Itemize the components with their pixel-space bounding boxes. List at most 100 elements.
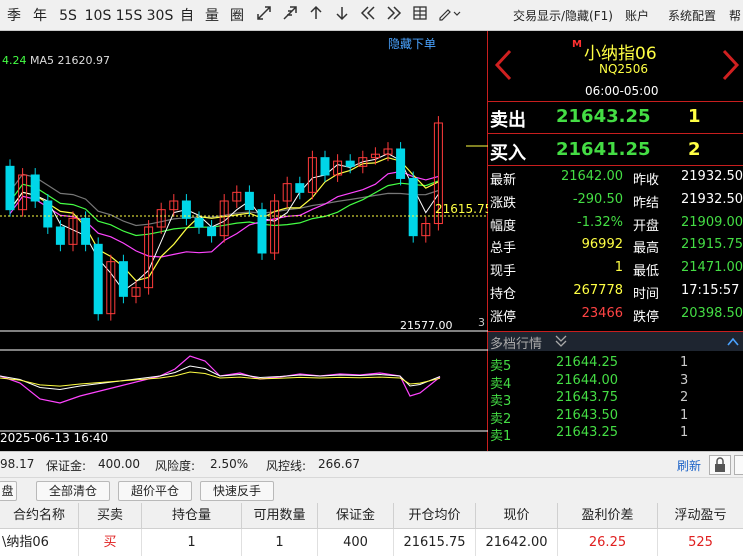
stat-label: 总手 xyxy=(490,241,517,257)
hide-order-link[interactable]: 隐藏下单 xyxy=(388,35,436,52)
ma5-legend: MA5 21620.97 xyxy=(30,54,110,67)
sell-price[interactable]: 21643.25 xyxy=(556,106,651,127)
depth-qty: 1 xyxy=(680,355,689,370)
period-10s-button[interactable]: 10S xyxy=(84,5,112,27)
shrink-icon[interactable] xyxy=(280,5,300,27)
quote-panel: M 小纳指06 NQ2506 06:00-05:00 卖出 21643.25 1… xyxy=(488,31,743,451)
margin-value: 400.00 xyxy=(98,457,140,471)
system-config-menu[interactable]: 系统配置 xyxy=(668,6,716,26)
toolbar: 季 年 5S 10S 15S 30S 自 量 圈 交易显示/隐藏(F1) 账户 … xyxy=(0,0,743,31)
help-menu[interactable]: 帮 xyxy=(729,6,741,26)
chevron-up-icon[interactable] xyxy=(726,334,740,353)
stat-value: 21909.00 xyxy=(681,214,743,230)
depth-level-label: 卖1 xyxy=(490,429,512,444)
prev-contract-icon[interactable] xyxy=(494,49,512,85)
stat-label: 昨收 xyxy=(633,173,660,188)
stat-label: 跌停 xyxy=(633,309,660,325)
row-margin: 400 xyxy=(318,529,394,556)
account-status-bar: 98.17 保证金: 400.00 风险度: 2.50% 风控线: 266.67… xyxy=(0,451,743,477)
depth-price: 21644.25 xyxy=(556,355,619,370)
stat-value: 267778 xyxy=(573,283,623,298)
action-bar: 盘 全部清仓 超价平仓 快速反手 xyxy=(0,477,743,503)
row-contract-name: \纳指06 xyxy=(0,529,79,556)
grid-icon[interactable] xyxy=(410,5,430,27)
close-all-button[interactable]: 全部清仓 xyxy=(36,481,110,501)
circle-button[interactable]: 圈 xyxy=(227,5,247,27)
lock-icon[interactable] xyxy=(709,455,731,475)
stat-value: 21471.00 xyxy=(681,260,743,276)
custom-period-button[interactable]: 自 xyxy=(177,5,197,27)
depth-qty: 1 xyxy=(680,425,689,440)
pen-icon[interactable] xyxy=(436,5,462,27)
buy-quantity: 2 xyxy=(688,139,701,160)
candle-down xyxy=(118,261,128,297)
buy-price[interactable]: 21641.25 xyxy=(556,139,651,160)
positions-tab[interactable]: 盘 xyxy=(0,481,17,501)
contract-name: 小纳指06 xyxy=(584,44,657,64)
volume-button[interactable]: 量 xyxy=(202,5,222,27)
arrow-down-icon[interactable] xyxy=(332,5,352,27)
col-side: 买卖 xyxy=(79,503,142,529)
positions-table: 合约名称 买卖 持仓量 可用数量 保证金 开仓均价 现价 盈利价差 浮动盈亏 \… xyxy=(0,503,743,560)
depth-row[interactable]: 卖2 21643.50 1 xyxy=(488,408,743,427)
row-price-diff: 26.25 xyxy=(558,529,658,556)
period-season-button[interactable]: 季 xyxy=(4,5,24,27)
stat-value: 17:15:57 xyxy=(681,283,740,298)
stat-value: 1 xyxy=(614,260,623,276)
period-year-button[interactable]: 年 xyxy=(30,5,50,27)
col-contract-name: 合约名称 xyxy=(0,503,79,529)
depth-row[interactable]: 卖5 21644.25 1 xyxy=(488,355,743,374)
period-15s-button[interactable]: 15S xyxy=(115,5,143,27)
row-side: 买 xyxy=(79,529,142,556)
buy-label: 买入 xyxy=(490,143,526,164)
stat-value: 96992 xyxy=(581,237,623,253)
period-30s-button[interactable]: 30S xyxy=(146,5,174,27)
trade-toggle-menu[interactable]: 交易显示/隐藏(F1) xyxy=(513,6,613,26)
candle-down xyxy=(345,160,355,167)
settings-icon[interactable] xyxy=(734,455,743,475)
arrow-up-icon[interactable] xyxy=(306,5,326,27)
account-menu[interactable]: 账户 xyxy=(625,6,649,26)
row-position: 1 xyxy=(142,529,242,556)
depth-title: 多档行情 xyxy=(490,337,543,352)
stat-value: 21932.50 xyxy=(681,169,743,184)
indicator-line-k xyxy=(0,355,441,404)
depth-qty: 3 xyxy=(680,372,689,388)
col-avg-price: 开仓均价 xyxy=(394,503,476,529)
depth-header[interactable]: 多档行情 xyxy=(488,331,743,353)
refresh-link[interactable]: 刷新 xyxy=(677,457,701,474)
depth-level-label: 卖2 xyxy=(490,411,512,427)
control-label: 风控线: xyxy=(266,459,307,473)
double-chevron-down-icon[interactable] xyxy=(554,333,568,353)
row-available: 1 xyxy=(242,529,318,556)
quick-reverse-button[interactable]: 快速反手 xyxy=(200,481,274,501)
period-5s-button[interactable]: 5S xyxy=(57,5,79,27)
trading-session: 06:00-05:00 xyxy=(585,84,659,98)
depth-row[interactable]: 卖1 21643.25 1 xyxy=(488,425,743,444)
depth-price: 21643.25 xyxy=(556,425,619,440)
stat-label: 涨跌 xyxy=(490,195,517,211)
candle-down xyxy=(93,243,103,315)
main-contract-badge: M xyxy=(572,39,582,50)
next-contract-icon[interactable] xyxy=(722,49,740,85)
stat-value: 23466 xyxy=(581,305,623,321)
stat-label: 最低 xyxy=(633,264,660,280)
stat-value: -290.50 xyxy=(572,191,623,207)
stat-value: -1.32% xyxy=(577,214,623,230)
depth-qty: 2 xyxy=(680,390,689,405)
depth-price: 21643.75 xyxy=(556,390,619,405)
over-price-close-button[interactable]: 超价平仓 xyxy=(118,481,192,501)
candle-down xyxy=(207,226,217,237)
stat-label: 开盘 xyxy=(633,218,660,234)
double-left-icon[interactable] xyxy=(358,5,378,27)
candle-down xyxy=(81,217,91,245)
fit-icon[interactable] xyxy=(254,5,274,27)
price-chart[interactable]: 隐藏下单 4.24 MA5 21620.97 21615.75 21577.00… xyxy=(0,31,492,451)
row-avg-price: 21615.75 xyxy=(394,529,476,556)
depth-row[interactable]: 卖3 21643.75 2 xyxy=(488,390,743,409)
balance-value: 98.17 xyxy=(0,457,35,471)
stat-label: 现手 xyxy=(490,264,517,280)
double-right-icon[interactable] xyxy=(384,5,404,27)
stat-label: 时间 xyxy=(633,287,660,302)
depth-row[interactable]: 卖4 21644.00 3 xyxy=(488,372,743,392)
